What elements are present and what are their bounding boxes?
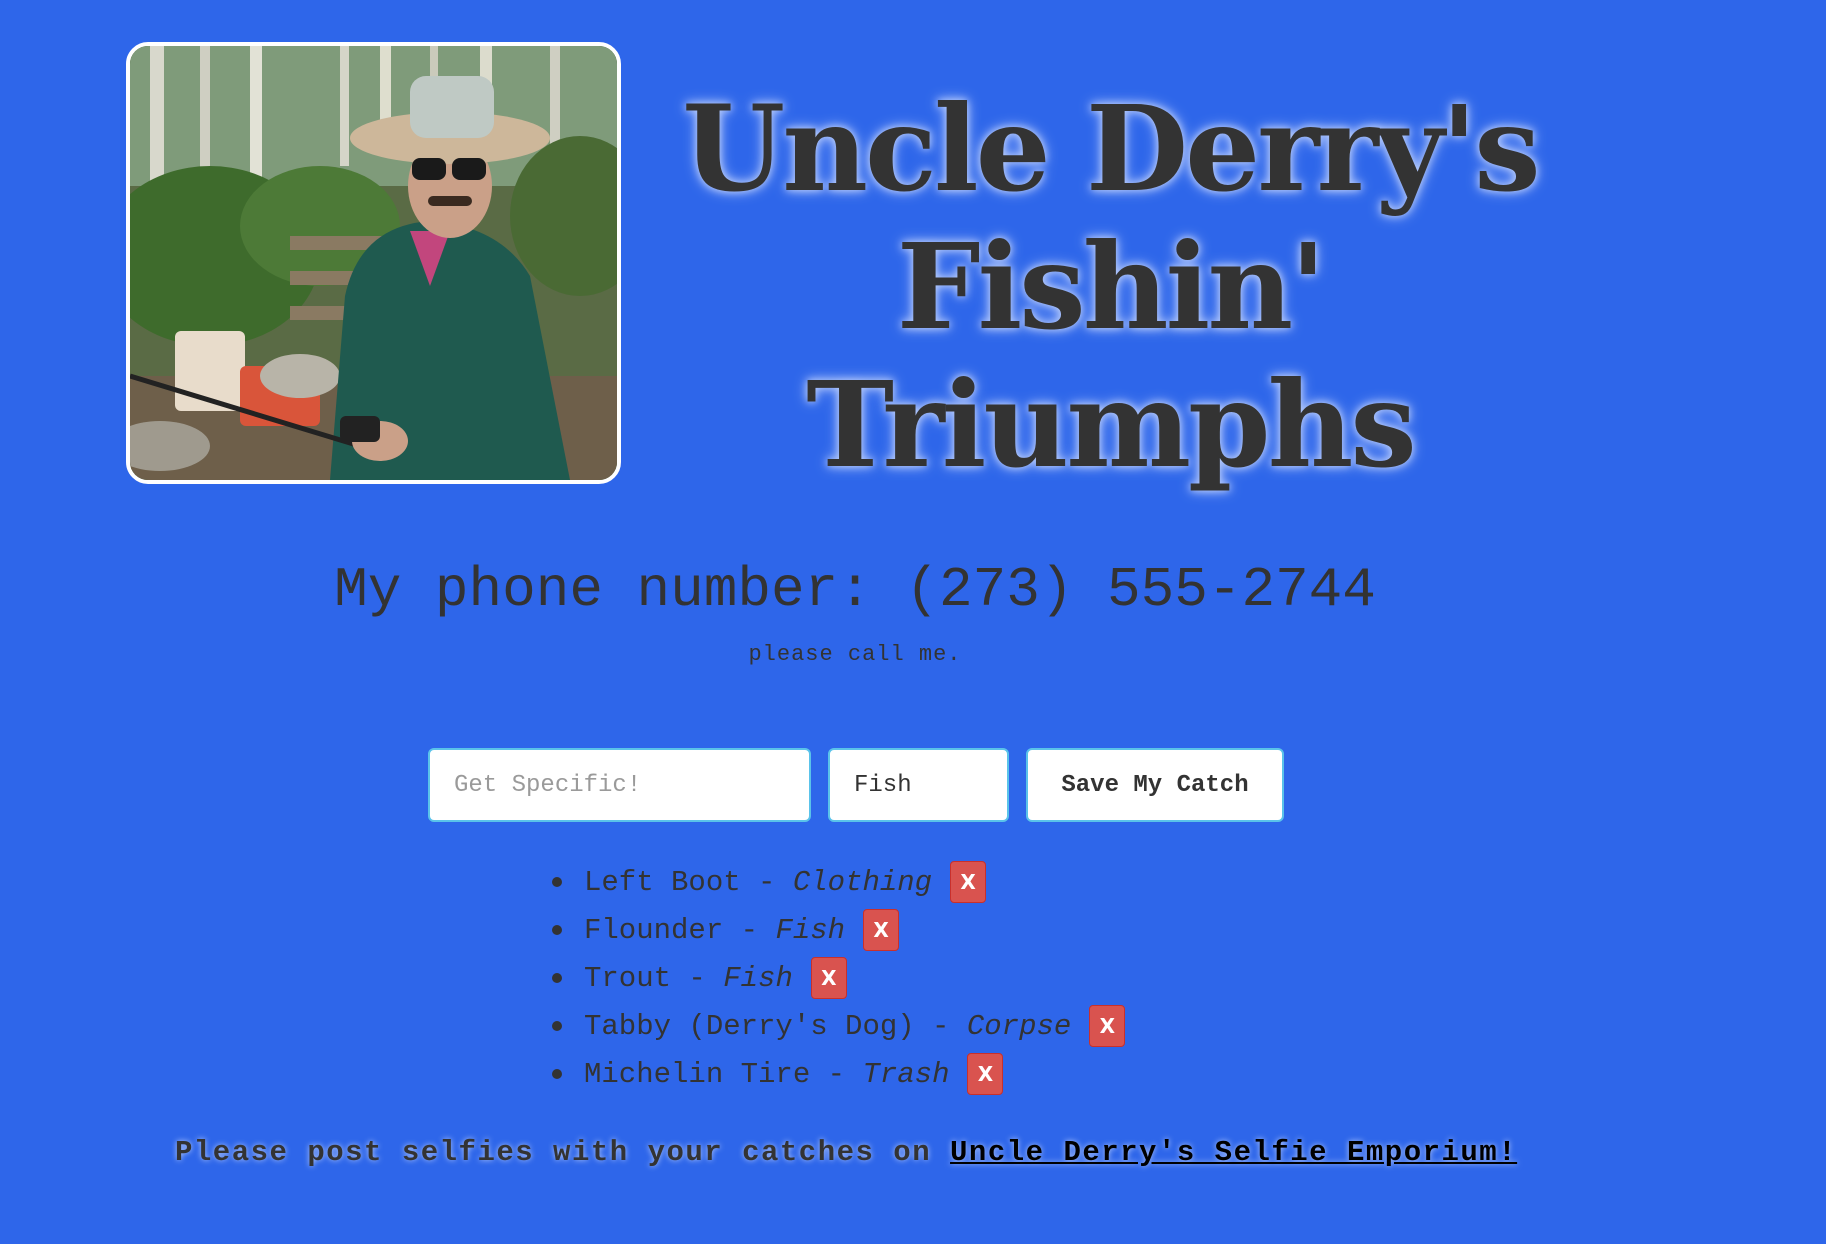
- uncle-derry-photo: [126, 42, 621, 484]
- selfie-footer: Please post selfies with your catches on…: [175, 1136, 1517, 1169]
- list-item: Trout - Fish X: [552, 954, 1125, 1002]
- catch-type: Trash: [862, 1057, 950, 1091]
- bullet-icon: [552, 973, 562, 983]
- list-item: Flounder - Fish X: [552, 906, 1125, 954]
- delete-catch-button[interactable]: X: [863, 909, 900, 951]
- catch-separator: -: [740, 865, 793, 899]
- bullet-icon: [552, 925, 562, 935]
- bullet-icon: [552, 877, 562, 887]
- phone-number: My phone number: (273) 555-2744: [334, 558, 1376, 622]
- list-item: Michelin Tire - Trash X: [552, 1050, 1125, 1098]
- selfie-emporium-link[interactable]: Uncle Derry's Selfie Emporium!: [950, 1136, 1517, 1169]
- footer-text: Please post selfies with your catches on: [175, 1136, 951, 1169]
- catch-name: Michelin Tire: [584, 1057, 811, 1091]
- delete-catch-button[interactable]: X: [810, 957, 847, 999]
- catch-name-input[interactable]: [428, 748, 811, 822]
- delete-catch-button[interactable]: X: [1089, 1005, 1126, 1047]
- title-line-1: Uncle Derry's: [682, 79, 1540, 218]
- catch-type: Fish: [775, 913, 846, 947]
- catch-name: Flounder: [584, 913, 724, 947]
- list-item: Left Boot - Clothing X: [552, 858, 1125, 906]
- catch-separator: -: [671, 961, 724, 995]
- bullet-icon: [552, 1069, 562, 1079]
- bullet-icon: [552, 1021, 562, 1031]
- catch-type: Fish: [723, 961, 793, 995]
- catch-name: Trout: [584, 961, 672, 995]
- catch-separator: -: [723, 913, 776, 947]
- catch-separator: -: [914, 1009, 967, 1043]
- call-me-note: please call me.: [748, 642, 962, 667]
- catch-type: Clothing: [792, 865, 933, 899]
- catch-name: Left Boot: [584, 865, 741, 899]
- list-item: Tabby (Derry's Dog) - Corpse X: [552, 1002, 1126, 1050]
- photo-illustration: [130, 46, 617, 480]
- catch-separator: -: [810, 1057, 863, 1091]
- title-line-3: Triumphs: [806, 355, 1417, 494]
- delete-catch-button[interactable]: X: [967, 1053, 1004, 1095]
- catch-list: Left Boot - Clothing X Flounder - Fish X…: [552, 858, 1126, 1098]
- delete-catch-button[interactable]: X: [950, 861, 987, 903]
- save-catch-button[interactable]: Save My Catch: [1026, 748, 1284, 822]
- title-line-2: Fishin': [896, 217, 1327, 356]
- catch-name: Tabby (Derry's Dog): [584, 1009, 915, 1043]
- catch-type-input[interactable]: [828, 748, 1009, 822]
- catch-type: Corpse: [966, 1009, 1072, 1043]
- page-title: Uncle Derry's Fishin' Triumphs: [660, 80, 1560, 494]
